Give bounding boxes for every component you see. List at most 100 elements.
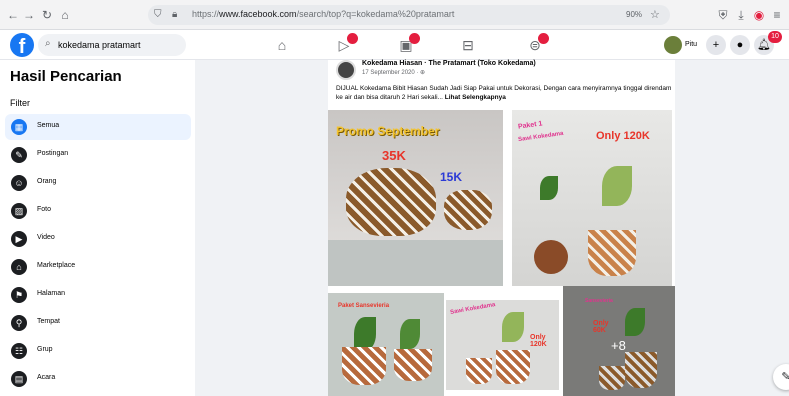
flag-icon: ⚑ <box>11 287 27 303</box>
kokedama-pot <box>534 240 568 274</box>
search-result-post: Kokedama Hiasan · The Pratamart (Toko Ko… <box>328 60 675 396</box>
search-box[interactable]: ⌕ <box>38 34 186 56</box>
sidebar-item-foto[interactable]: ▨ Foto <box>5 198 191 224</box>
people-icon: ☺ <box>11 175 27 191</box>
photo-text: Sawi Kokedama <box>449 302 496 316</box>
bookmark-star-icon[interactable]: ☆ <box>650 8 660 21</box>
notifications-icon[interactable]: 🔔︎ 10 <box>754 31 782 55</box>
photo-text: Only 120K <box>530 334 547 348</box>
sidebar-item-halaman[interactable]: ⚑ Halaman <box>5 282 191 308</box>
back-icon[interactable]: ← <box>6 8 20 22</box>
table-surface <box>328 240 503 286</box>
kokedama-pot <box>496 350 530 384</box>
kokedama-pot <box>625 352 657 388</box>
lock-icon[interactable]: 🔒︎ <box>172 9 177 20</box>
watch-badge <box>347 33 358 44</box>
photo-text: Paket 1 <box>517 120 543 131</box>
facebook-logo-icon[interactable]: f <box>10 33 34 57</box>
facebook-header: f ⌕ ⌂ ▷ ▣ ⊟ ⊜ Pitu + ● 🔔︎ 10 <box>0 30 789 60</box>
create-icon[interactable]: + <box>706 35 726 55</box>
sidebar-item-label: Marketplace <box>37 262 76 269</box>
photo-text: Only 120K <box>596 130 650 142</box>
kokedama-pot <box>444 190 492 230</box>
search-input[interactable] <box>58 37 178 53</box>
sidebar-item-semua[interactable]: ▦ Semua <box>5 114 191 140</box>
group-icon: ☷ <box>11 343 27 359</box>
page-name[interactable]: Kokedama Hiasan · The Pratamart (Toko Ko… <box>362 60 536 67</box>
photo-text: 15K <box>440 170 463 184</box>
plant-leaf <box>602 166 632 206</box>
sidebar-item-label: Foto <box>37 206 52 213</box>
watch-nav-icon[interactable]: ▷ <box>335 33 358 54</box>
page-avatar[interactable] <box>336 60 356 80</box>
post-photo-5[interactable]: Sansevieria Only 60K +8 <box>563 286 675 396</box>
groups-nav-icon[interactable]: ⊟ <box>459 36 477 54</box>
more-photos-count[interactable]: +8 <box>611 338 626 353</box>
plant-leaf <box>540 176 558 200</box>
shop-icon: ⌂ <box>11 259 27 275</box>
sidebar-item-video[interactable]: ▶ Video <box>5 226 191 252</box>
marketplace-nav-icon[interactable]: ▣ <box>397 33 420 54</box>
sidebar-item-label: Halaman <box>37 290 66 297</box>
zoom-level[interactable]: 90% <box>626 10 642 19</box>
tracking-icon[interactable]: ⛉ <box>154 9 162 20</box>
kokedama-pot <box>342 347 386 385</box>
photo-text: Only 60K <box>593 320 609 334</box>
kokedama-pot <box>599 366 625 390</box>
forward-icon[interactable]: → <box>22 8 36 22</box>
plant-leaf <box>354 317 376 351</box>
post-icon: ✎ <box>11 147 27 163</box>
pin-icon: ⚲ <box>11 315 27 331</box>
sidebar-item-postingan[interactable]: ✎ Postingan <box>5 142 191 168</box>
filter-label: Filter <box>10 98 30 108</box>
grid-icon: ▦ <box>11 119 27 135</box>
avatar[interactable] <box>664 36 682 54</box>
sidebar-item-grup[interactable]: ☷ Grup <box>5 338 191 364</box>
messenger-icon[interactable]: ● <box>730 35 750 55</box>
post-photo-4[interactable]: Sawi Kokedama Only 120K <box>446 300 559 390</box>
extension-icon[interactable]: ◉ <box>752 8 766 22</box>
menu-icon[interactable]: ≡ <box>770 8 784 22</box>
kokedama-pot <box>346 168 436 236</box>
kokedama-pot <box>588 230 636 276</box>
photo-icon: ▨ <box>11 203 27 219</box>
sidebar-item-tempat[interactable]: ⚲ Tempat <box>5 310 191 336</box>
plant-leaf <box>400 319 420 349</box>
sidebar-item-label: Acara <box>37 374 56 381</box>
sidebar-item-marketplace[interactable]: ⌂ Marketplace <box>5 254 191 280</box>
search-filter-sidebar: Hasil Pencarian Filter ▦ Semua ✎ Posting… <box>0 60 195 396</box>
sidebar-item-label: Grup <box>37 346 53 353</box>
sidebar-item-label: Postingan <box>37 150 69 157</box>
post-text: DIJUAL Kokedama Bibit Hiasan Sudah Jadi … <box>336 84 672 102</box>
photo-text: Sawi Kokedama <box>517 130 564 144</box>
sidebar-item-acara[interactable]: ▤ Acara <box>5 366 191 392</box>
sidebar-item-label: Video <box>37 234 55 241</box>
marketplace-badge <box>409 33 420 44</box>
sidebar-item-label: Orang <box>37 178 57 185</box>
url-bar[interactable]: ⛉ 🔒︎ https://www.facebook.com/search/top… <box>148 5 670 25</box>
gaming-nav-icon[interactable]: ⊜ <box>526 33 549 54</box>
sidebar-item-orang[interactable]: ☺ Orang <box>5 170 191 196</box>
url-text[interactable]: https://www.facebook.com/search/top?q=ko… <box>192 9 454 19</box>
plant-leaf <box>625 308 645 336</box>
kokedama-pot <box>466 358 492 384</box>
see-more-link[interactable]: Lihat Selengkapnya <box>445 94 506 101</box>
download-icon[interactable]: ⤓ <box>734 8 748 22</box>
home-nav-icon[interactable]: ⌂ <box>273 36 291 54</box>
search-icon: ⌕ <box>45 38 51 49</box>
post-photo-3[interactable]: Paket Sansevieria <box>328 293 444 396</box>
content-gutter-left <box>195 60 328 396</box>
reload-icon[interactable]: ↻ <box>40 8 54 22</box>
post-photo-2[interactable]: Paket 1 Sawi Kokedama Only 120K <box>512 110 672 286</box>
home-icon[interactable]: ⌂ <box>58 8 72 22</box>
sidebar-item-label: Semua <box>37 122 60 129</box>
post-photo-1[interactable]: Promo September 35K 15K <box>328 110 503 286</box>
shield-icon[interactable]: ⛨ <box>716 8 730 22</box>
browser-toolbar: ← → ↻ ⌂ ⛉ 🔒︎ https://www.facebook.com/se… <box>0 0 789 30</box>
notif-count: 10 <box>768 31 782 43</box>
sidebar-item-label: Tempat <box>37 318 60 325</box>
post-date[interactable]: 17 September 2020 · ⊕ <box>362 69 425 76</box>
gaming-badge <box>538 33 549 44</box>
content-gutter-right <box>676 60 789 396</box>
user-name[interactable]: Pitu <box>685 41 697 48</box>
